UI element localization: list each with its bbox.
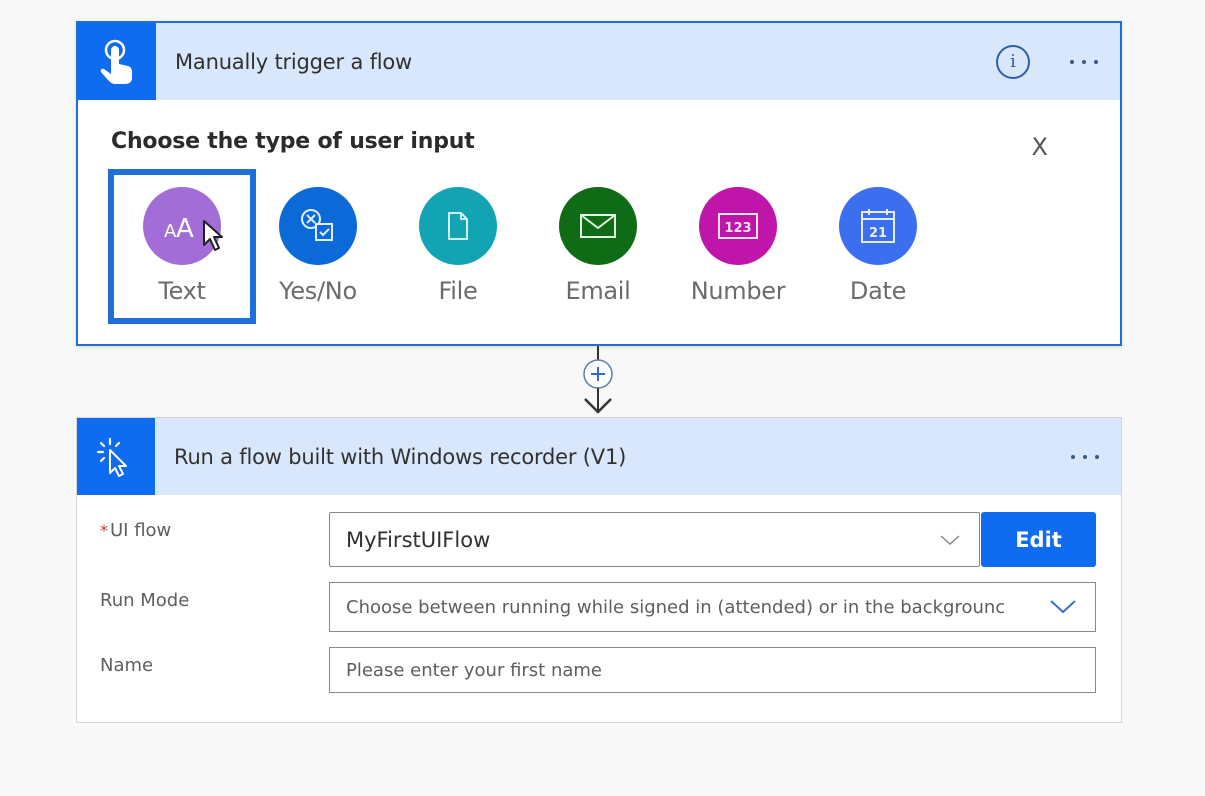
flow-connector	[580, 346, 616, 418]
action-title: Run a flow built with Windows recorder (…	[174, 444, 627, 469]
input-type-label: Yes/No	[279, 277, 357, 305]
svg-text:A: A	[176, 214, 194, 241]
info-glyph: i	[1010, 51, 1016, 72]
action-icon-box	[77, 418, 155, 495]
name-label: Name	[100, 655, 154, 676]
input-type-label: File	[438, 277, 478, 305]
calendar-icon: 21	[839, 187, 917, 265]
plus-circle-icon[interactable]	[583, 359, 613, 389]
input-type-file[interactable]: File	[388, 169, 528, 324]
input-type-yes-no[interactable]: Yes/No	[248, 169, 388, 324]
name-placeholder: Please enter your first name	[346, 659, 603, 681]
input-type-label: Number	[690, 277, 786, 305]
input-type-text[interactable]: A A Text	[108, 169, 256, 324]
ui-flow-label-text: UI flow	[110, 520, 172, 541]
svg-text:123: 123	[724, 221, 751, 236]
ui-flow-dropdown[interactable]: MyFirstUIFlow	[329, 512, 980, 567]
trigger-card: Manually trigger a flow i Choose the typ…	[76, 21, 1122, 346]
yes-no-icon	[279, 187, 357, 265]
input-type-number[interactable]: 123 Number	[668, 169, 808, 324]
trigger-card-header[interactable]: Manually trigger a flow i	[78, 23, 1120, 100]
run-mode-placeholder: Choose between running while signed in (…	[346, 596, 1006, 618]
trigger-title: Manually trigger a flow	[175, 49, 413, 74]
more-ellipsis-icon[interactable]	[1069, 449, 1101, 465]
input-type-label: Text	[158, 277, 206, 305]
close-button[interactable]: X	[1032, 133, 1048, 161]
required-marker: *	[100, 521, 108, 540]
more-ellipsis-icon[interactable]	[1068, 54, 1100, 70]
svg-text:21: 21	[869, 226, 887, 241]
cursor-click-icon	[96, 437, 127, 477]
input-type-label: Email	[565, 277, 631, 305]
trigger-icon-box	[78, 23, 156, 100]
action-card-header[interactable]: Run a flow built with Windows recorder (…	[77, 418, 1121, 495]
input-type-list: A A Text Yes/No File Email 123 Number 21…	[108, 169, 948, 324]
mouse-pointer-icon	[203, 220, 223, 251]
email-icon	[559, 187, 637, 265]
input-type-email[interactable]: Email	[528, 169, 668, 324]
run-mode-dropdown[interactable]: Choose between running while signed in (…	[329, 582, 1096, 632]
chevron-down-icon	[940, 534, 960, 545]
input-type-prompt: Choose the type of user input	[111, 129, 475, 154]
chevron-down-icon	[1050, 600, 1076, 614]
name-input[interactable]: Please enter your first name	[329, 647, 1096, 693]
touch-hand-icon	[100, 39, 132, 84]
info-icon[interactable]: i	[996, 44, 1030, 79]
input-type-date[interactable]: 21 Date	[808, 169, 948, 324]
ui-flow-value: MyFirstUIFlow	[346, 527, 491, 552]
action-card: Run a flow built with Windows recorder (…	[76, 417, 1122, 723]
edit-button[interactable]: Edit	[981, 512, 1096, 567]
file-icon	[419, 187, 497, 265]
ui-flow-label: * UI flow	[100, 520, 171, 541]
number-icon: 123	[699, 187, 777, 265]
input-type-label: Date	[849, 277, 907, 305]
run-mode-label: Run Mode	[100, 590, 190, 611]
